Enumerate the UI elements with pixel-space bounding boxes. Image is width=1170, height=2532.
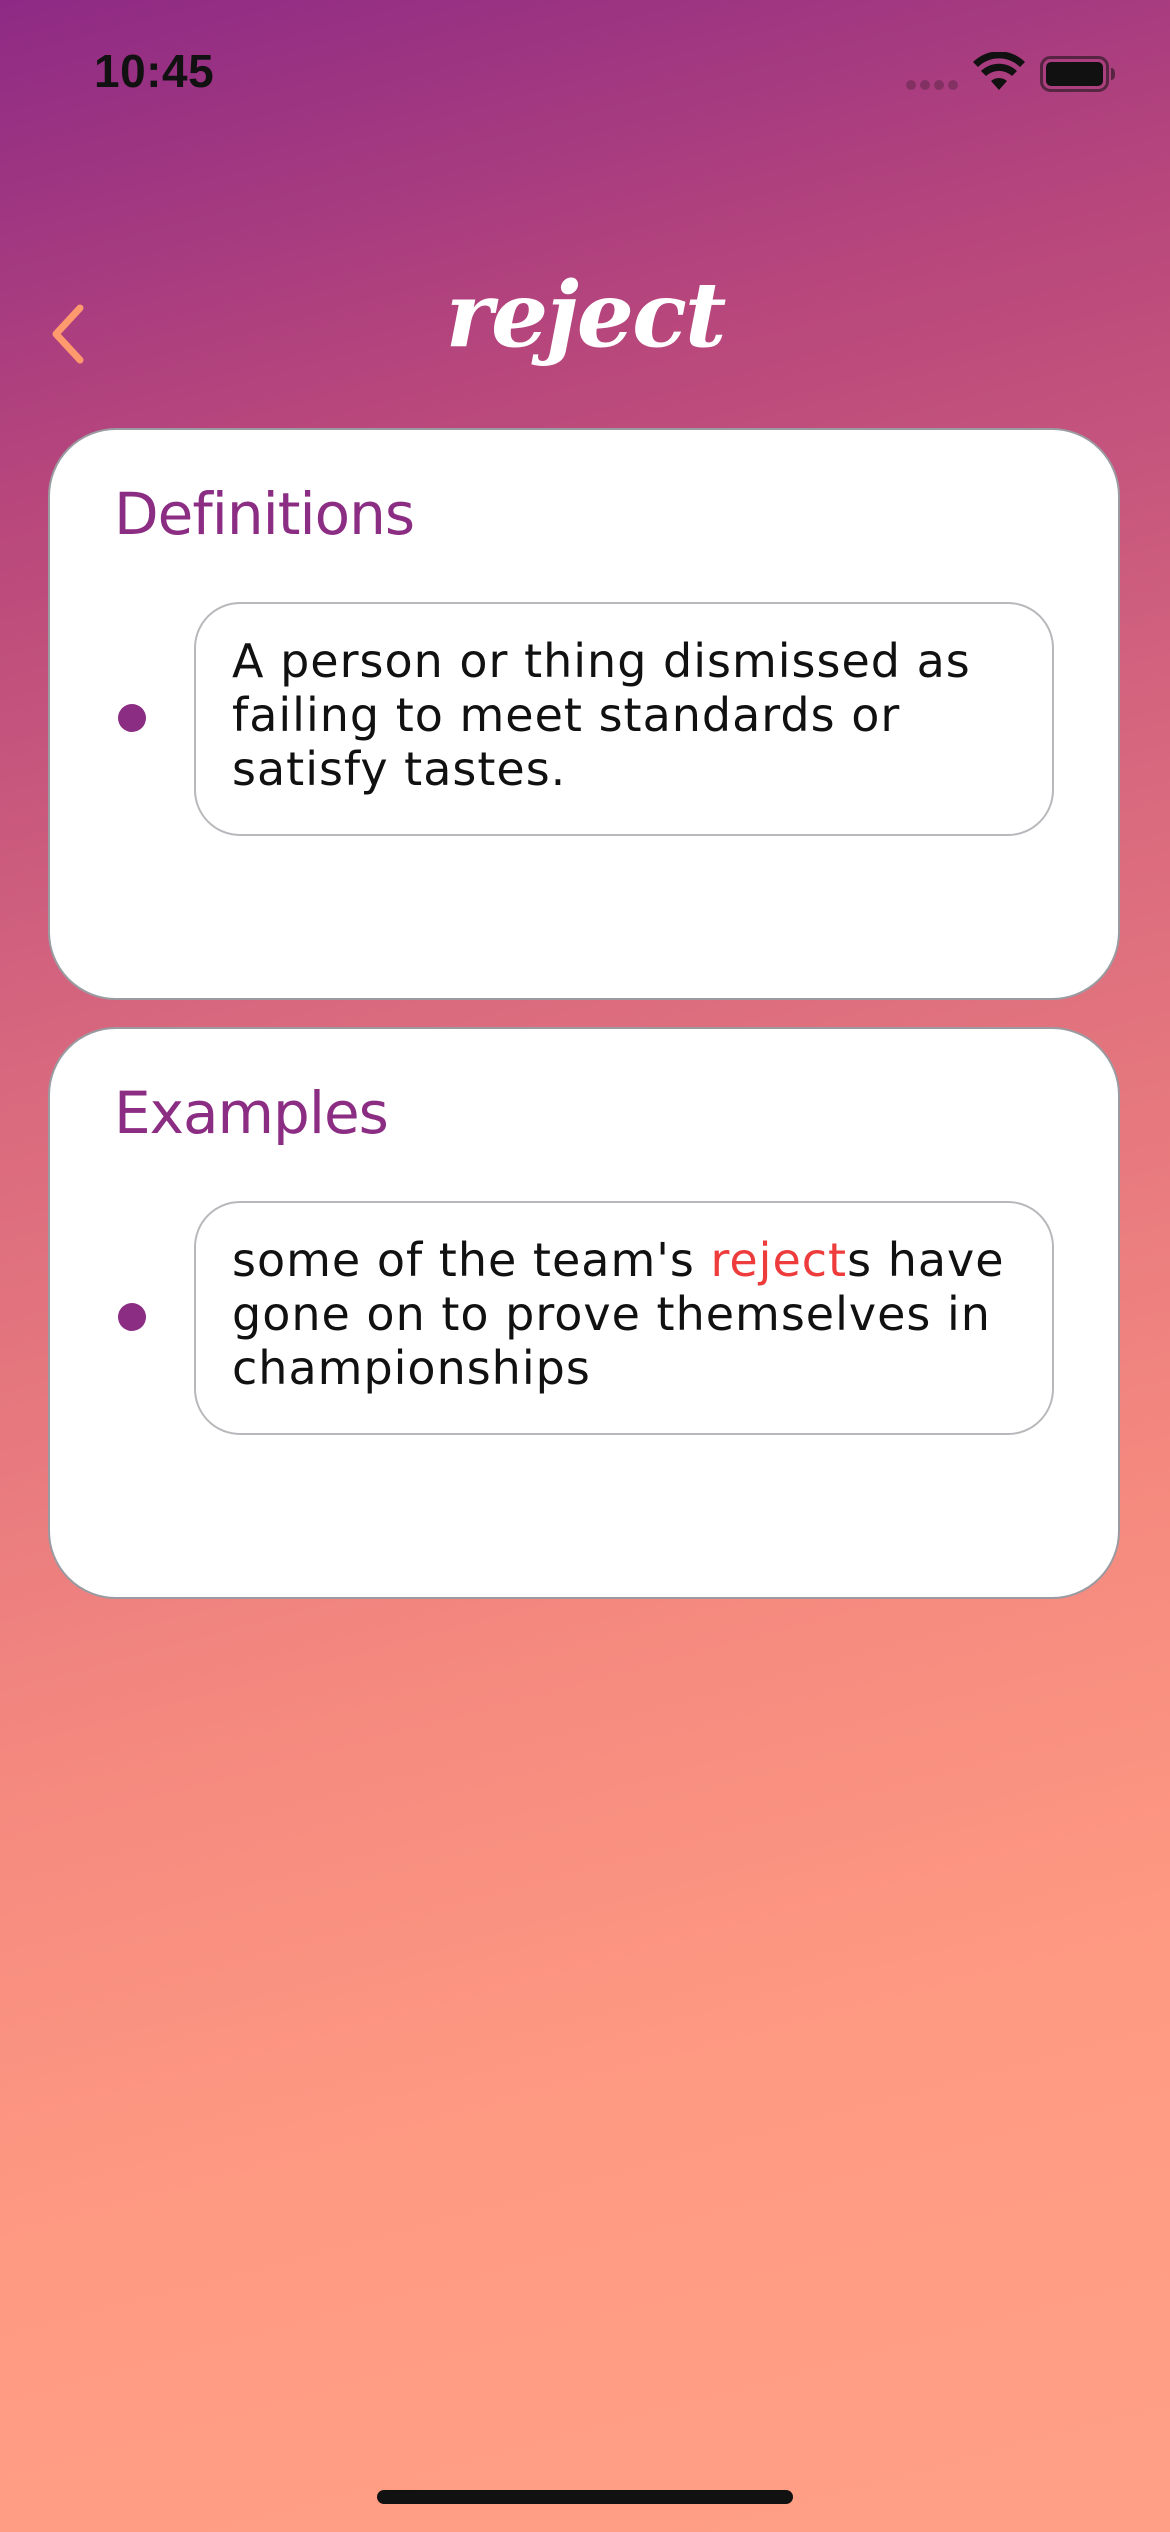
bullet-dot [118, 704, 146, 732]
bullet-dot [118, 1303, 146, 1331]
cellular-signal-icon [906, 80, 958, 92]
definitions-card: Definitions A person or thing dismissed … [48, 428, 1120, 1000]
example-text: some of the team's rejects have gone on … [232, 1233, 1022, 1395]
example-item: some of the team's rejects have gone on … [194, 1201, 1054, 1435]
examples-heading: Examples [114, 1079, 389, 1147]
definitions-heading: Definitions [114, 480, 415, 548]
examples-card: Examples some of the team's rejects have… [48, 1027, 1120, 1599]
status-bar: 10:45 [0, 0, 1170, 150]
wifi-icon [973, 52, 1025, 90]
battery-icon [1040, 56, 1115, 92]
definition-item: A person or thing dismissed as failing t… [194, 602, 1054, 836]
status-time: 10:45 [94, 45, 215, 97]
definition-text: A person or thing dismissed as failing t… [232, 634, 971, 796]
example-highlight-word: reject [710, 1233, 848, 1287]
example-text-before: some of the team's [232, 1233, 711, 1287]
home-indicator [377, 2490, 793, 2504]
page-title: reject [445, 262, 727, 368]
